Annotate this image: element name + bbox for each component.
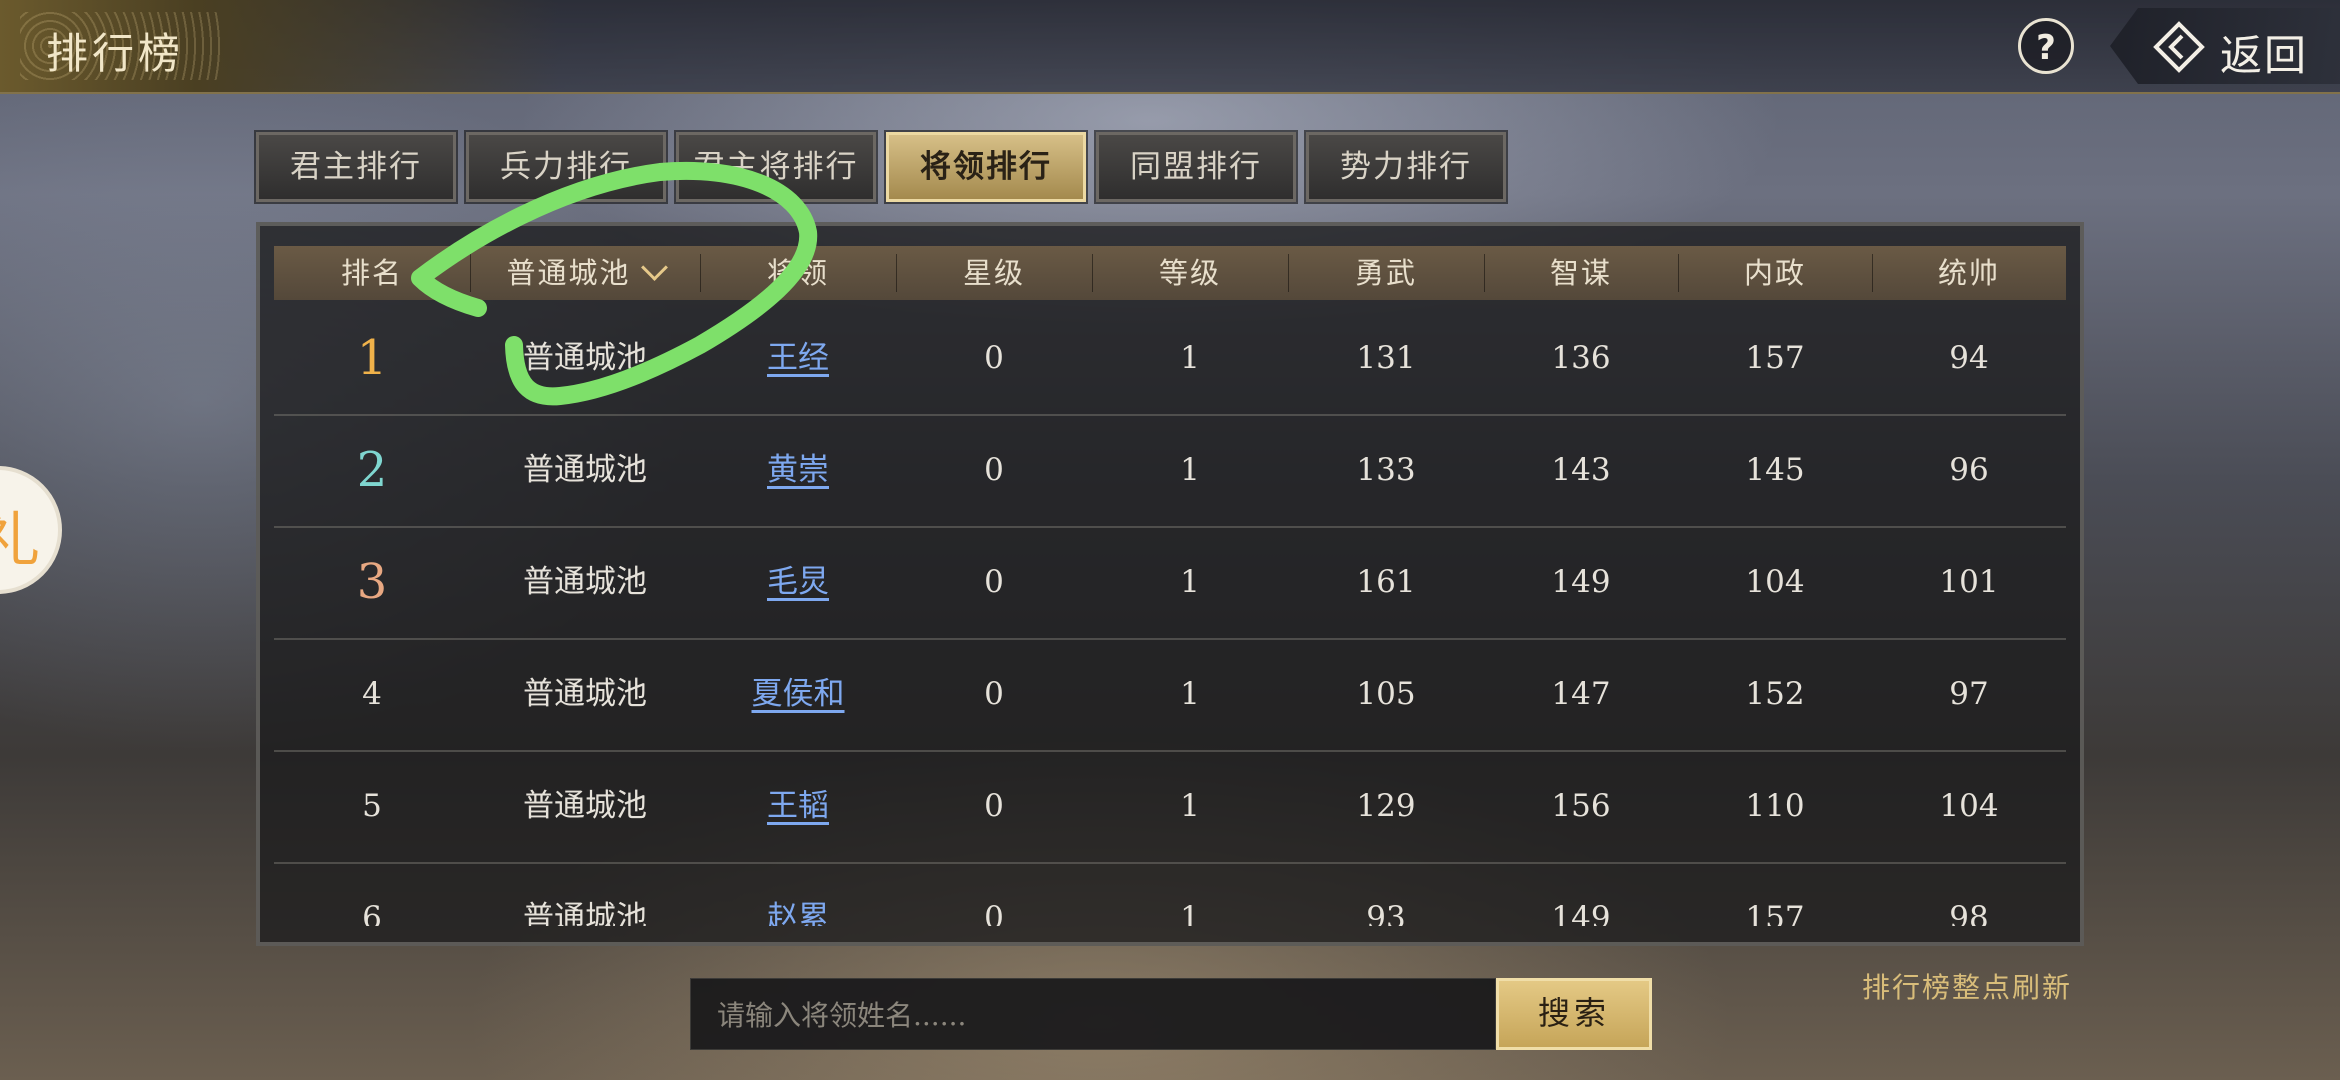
tab-lord-general-ranking[interactable]: 君主将排行	[674, 130, 878, 204]
politics-cell: 104	[1745, 564, 1805, 600]
command-cell: 98	[1949, 900, 1989, 926]
rank-cell: 3	[356, 554, 388, 610]
strategy-cell: 147	[1551, 676, 1611, 712]
strategy-cell: 136	[1551, 340, 1611, 376]
search-box	[690, 978, 1496, 1051]
city-cell: 普通城池	[523, 340, 647, 376]
general-cell: 赵累	[700, 862, 896, 926]
level-cell: 1	[1180, 340, 1200, 376]
politics-cell: 157	[1745, 900, 1805, 926]
city-cell: 普通城池	[523, 564, 647, 600]
back-arrow-icon	[2153, 21, 2205, 73]
strategy-cell: 156	[1551, 788, 1611, 824]
table-row: 3 普通城池 毛炅 0 1 161 149 104 101	[274, 526, 2066, 640]
valor-cell: 105	[1356, 676, 1416, 712]
general-search-input[interactable]	[715, 979, 1479, 1051]
table-row: 5 普通城池 王韬 0 1 129 156 110 104	[274, 750, 2066, 864]
header-star: 星级	[962, 256, 1025, 290]
strategy-cell: 143	[1551, 452, 1611, 488]
page-title: 排行榜	[46, 29, 185, 78]
general-cell: 毛炅	[700, 526, 896, 638]
level-cell: 1	[1180, 676, 1200, 712]
level-cell: 1	[1180, 788, 1200, 824]
rank-cell: 5	[362, 788, 382, 824]
level-cell: 1	[1180, 452, 1200, 488]
tab-troops-ranking[interactable]: 兵力排行	[464, 130, 668, 204]
refresh-note: 排行榜整点刷新	[1862, 971, 2073, 1004]
city-cell: 普通城池	[523, 452, 647, 488]
back-button[interactable]: 返回	[2110, 8, 2340, 84]
table-header: 排名 普通城池 将领 星级 等级 勇武 智谋 内政 统帅	[274, 246, 2066, 300]
header-valor: 勇武	[1354, 256, 1417, 290]
strategy-cell: 149	[1551, 900, 1611, 926]
politics-cell: 157	[1745, 340, 1805, 376]
star-cell: 0	[984, 564, 1004, 600]
command-cell: 104	[1939, 788, 1999, 824]
command-cell: 94	[1949, 340, 1989, 376]
rank-cell: 6	[362, 900, 382, 926]
strategy-cell: 149	[1551, 564, 1611, 600]
command-cell: 97	[1949, 676, 1989, 712]
rank-cell: 2	[356, 442, 388, 498]
header-command: 统帅	[1937, 256, 2000, 290]
table-row: 4 普通城池 夏侯和 0 1 105 147 152 97	[274, 638, 2066, 752]
chevron-down-icon	[640, 254, 668, 281]
table-row: 2 普通城池 黄崇 0 1 133 143 145 96	[274, 414, 2066, 528]
general-cell: 黄崇	[700, 414, 896, 526]
tab-faction-ranking[interactable]: 势力排行	[1304, 130, 1508, 204]
star-cell: 0	[984, 340, 1004, 376]
help-button[interactable]: ?	[2018, 18, 2074, 74]
header-level: 等级	[1158, 256, 1221, 290]
header-general: 将领	[766, 256, 829, 290]
ranking-panel: 排名 普通城池 将领 星级 等级 勇武 智谋 内政 统帅 1 普通城池 王经 0…	[256, 222, 2084, 946]
command-cell: 96	[1949, 452, 1989, 488]
tab-lord-ranking[interactable]: 君主排行	[254, 130, 458, 204]
top-bar: 排行榜 ? 返回	[0, 0, 2340, 94]
general-cell: 王经	[700, 302, 896, 414]
general-name-link[interactable]: 王韬	[767, 788, 829, 824]
star-cell: 0	[984, 676, 1004, 712]
politics-cell: 145	[1745, 452, 1805, 488]
valor-cell: 133	[1356, 452, 1416, 488]
table-row: 6 普通城池 赵累 0 1 93 149 157 98	[274, 862, 2066, 926]
city-cell: 普通城池	[523, 788, 647, 824]
rank-cell: 4	[362, 676, 382, 712]
command-cell: 101	[1939, 564, 1999, 600]
star-cell: 0	[984, 900, 1004, 926]
gift-bubble[interactable]: 礼	[0, 466, 62, 594]
city-cell: 普通城池	[523, 900, 647, 926]
gift-icon: 礼	[0, 506, 40, 576]
valor-cell: 161	[1356, 564, 1416, 600]
general-name-link[interactable]: 王经	[767, 340, 829, 376]
valor-cell: 129	[1356, 788, 1416, 824]
back-label: 返回	[2220, 31, 2309, 80]
header-strategy: 智谋	[1549, 256, 1612, 290]
general-name-link[interactable]: 黄崇	[767, 452, 829, 488]
rank-cell: 1	[356, 330, 388, 386]
general-name-link[interactable]: 夏侯和	[752, 676, 845, 712]
tab-alliance-ranking[interactable]: 同盟排行	[1094, 130, 1298, 204]
level-cell: 1	[1180, 900, 1200, 926]
city-filter-dropdown[interactable]: 普通城池	[470, 246, 700, 300]
general-cell: 夏侯和	[700, 638, 896, 750]
valor-cell: 131	[1356, 340, 1416, 376]
politics-cell: 110	[1745, 788, 1805, 824]
city-filter-label: 普通城池	[506, 256, 631, 290]
star-cell: 0	[984, 452, 1004, 488]
general-cell: 王韬	[700, 750, 896, 862]
search-button[interactable]: 搜索	[1496, 978, 1652, 1050]
valor-cell: 93	[1366, 900, 1406, 926]
header-politics: 内政	[1743, 256, 1806, 290]
general-name-link[interactable]: 毛炅	[767, 564, 829, 600]
city-cell: 普通城池	[523, 676, 647, 712]
tab-general-ranking[interactable]: 将领排行	[884, 130, 1088, 204]
general-name-link[interactable]: 赵累	[767, 900, 829, 926]
header-rank: 排名	[340, 256, 403, 290]
politics-cell: 152	[1745, 676, 1805, 712]
star-cell: 0	[984, 788, 1004, 824]
table-row: 1 普通城池 王经 0 1 131 136 157 94	[274, 302, 2066, 416]
level-cell: 1	[1180, 564, 1200, 600]
